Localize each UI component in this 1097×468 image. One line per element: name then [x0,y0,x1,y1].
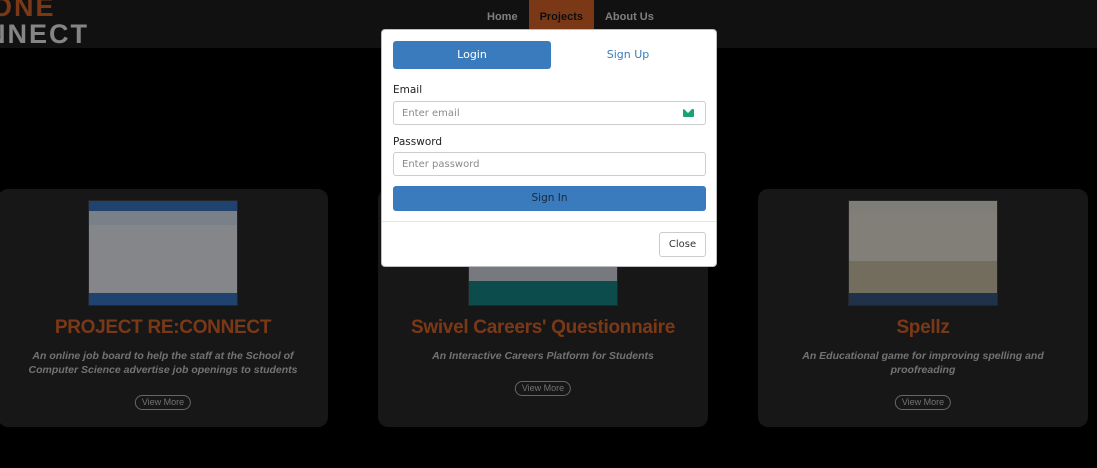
sign-in-button[interactable]: Sign In [393,186,706,211]
email-field[interactable] [393,101,706,125]
email-label: Email [393,84,423,96]
login-modal: Login Sign Up Email Password Sign In Clo… [381,29,717,267]
envelope-icon [683,109,694,117]
tab-login[interactable]: Login [393,41,551,69]
password-field[interactable] [393,152,706,176]
tab-sign-up[interactable]: Sign Up [549,41,707,69]
password-label: Password [393,136,443,148]
modal-footer-divider [382,221,716,222]
close-button[interactable]: Close [659,232,706,257]
